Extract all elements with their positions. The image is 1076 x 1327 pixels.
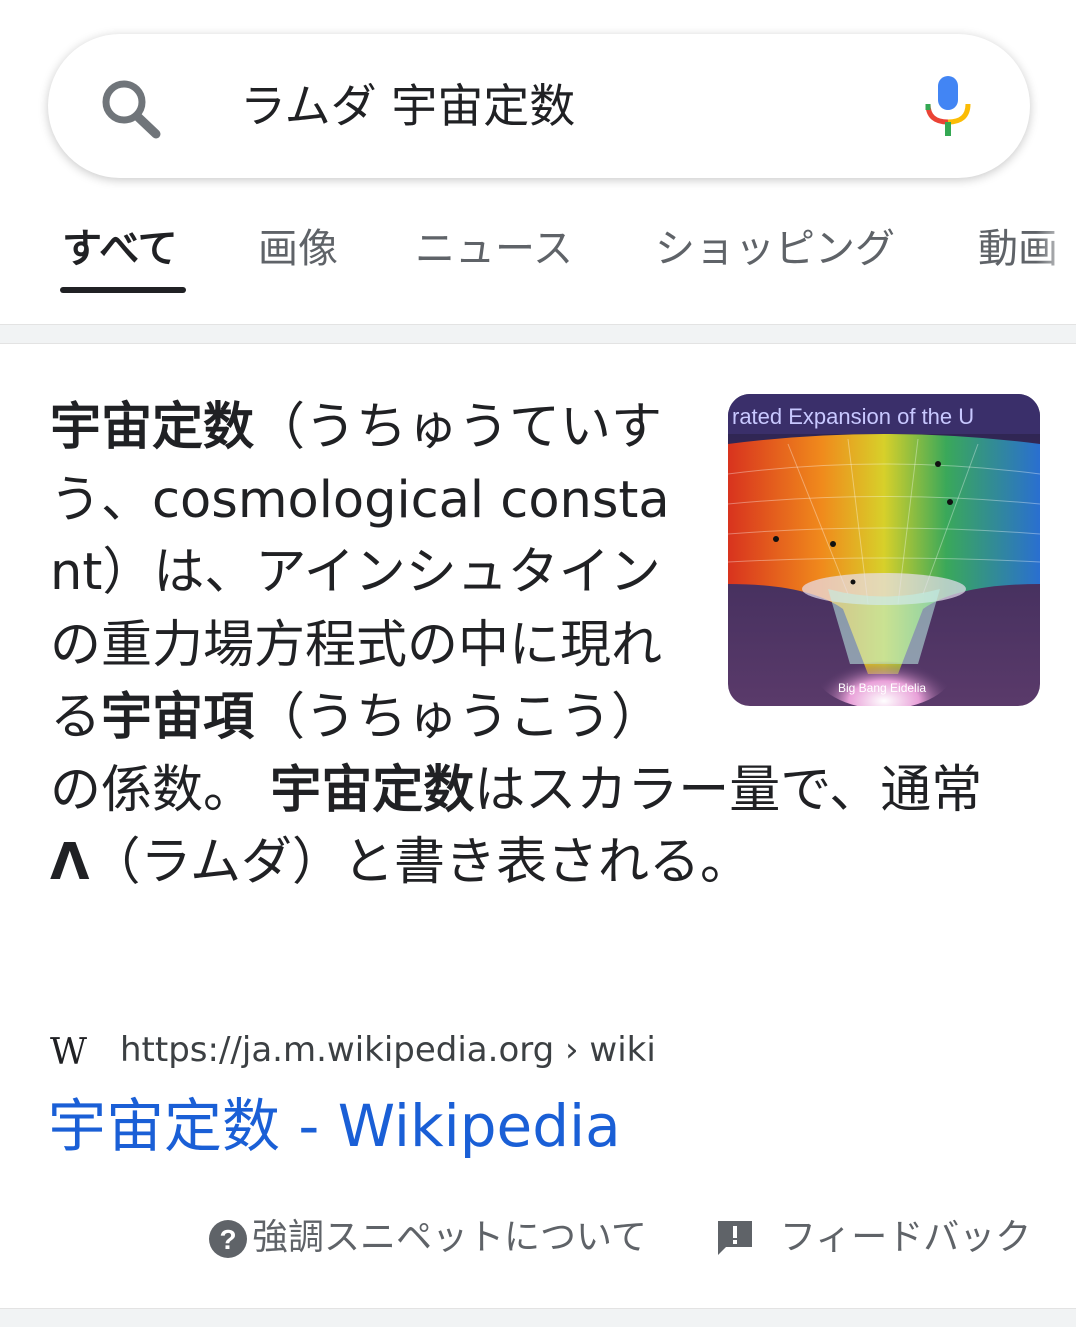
snippet-text: （ラムダ）と書き表される。 [89, 833, 751, 892]
active-tab-indicator [60, 287, 186, 293]
snippet-bold-term: 宇宙定数 [270, 760, 475, 820]
help-icon: ? [209, 1220, 247, 1258]
snippet-bold-term: 宇宙項 [101, 688, 255, 747]
result-title-link[interactable]: 宇宙定数 - Wikipedia [48, 1088, 621, 1164]
universe-expansion-image: rated Expansion of the U Big Bang Eideli… [728, 394, 1040, 706]
feedback-label: フィードバック [780, 1217, 1032, 1258]
search-tabs: すべて 画像 ニュース ショッピング 動画 [0, 195, 1076, 325]
about-snippets-label: 強調スニペットについて [252, 1217, 647, 1258]
image-caption-bottom: Big Bang Eidelia [838, 681, 926, 695]
search-icon[interactable] [98, 78, 164, 140]
tab-shopping[interactable]: ショッピング [655, 223, 895, 275]
search-input[interactable]: ラムダ 宇宙定数 [240, 76, 575, 136]
snippet-footer: ? 強調スニペットについて フィードバック [0, 1200, 1076, 1270]
section-divider [0, 324, 1076, 344]
tab-images[interactable]: 画像 [258, 223, 338, 275]
wikipedia-icon: W [50, 1032, 87, 1073]
feedback-button[interactable]: フィードバック [716, 1216, 1031, 1260]
snippet-image[interactable]: rated Expansion of the U Big Bang Eideli… [728, 394, 1040, 706]
snippet-bold-term: Λ [50, 833, 90, 892]
snippet-text: はスカラー量で、通常 [474, 760, 983, 820]
snippet-bold-term: 宇宙定数 [50, 398, 255, 457]
feedback-icon [718, 1221, 752, 1255]
image-caption-top: rated Expansion of the U [732, 404, 974, 429]
bottom-divider [0, 1308, 1076, 1327]
tab-news[interactable]: ニュース [415, 223, 573, 275]
about-snippets-button[interactable]: ? 強調スニペットについて [208, 1216, 647, 1260]
microphone-icon[interactable] [922, 74, 974, 140]
source-url[interactable]: https://ja.m.wikipedia.org › wiki [120, 1028, 656, 1072]
tabs-fade [1036, 195, 1076, 305]
featured-snippet: rated Expansion of the U Big Bang Eideli… [50, 392, 1040, 900]
tab-all[interactable]: すべて [62, 223, 178, 275]
svg-text:?: ? [219, 1224, 236, 1255]
